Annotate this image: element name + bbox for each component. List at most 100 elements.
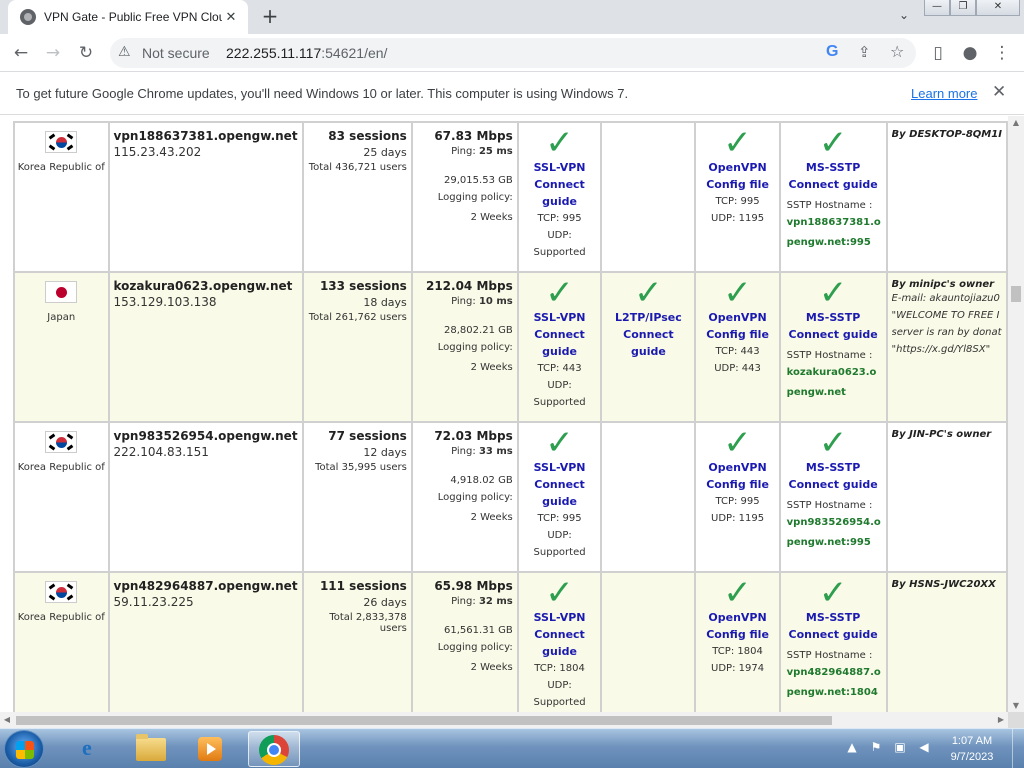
scroll-right-arrow[interactable]: ▶	[994, 712, 1008, 728]
side-panel-icon[interactable]: ▯	[926, 42, 950, 64]
operator-cell: By minipc's owner E-mail: akauntojiazu0 "W…	[885, 271, 1008, 423]
sstp-cell: ✓ MS-SSTP Connect guide SSTP Hostname : vpn1…	[778, 121, 888, 273]
tab-close-icon[interactable]: ✕	[222, 10, 240, 25]
volume-icon[interactable]: ◀	[914, 737, 934, 757]
ssl-tcp-port: TCP: 1804	[534, 663, 585, 674]
vertical-scrollbar[interactable]: ▲ ▼	[1008, 116, 1024, 712]
openvpn-link[interactable]: OpenVPN	[698, 609, 776, 626]
sstp-connect-guide-link[interactable]: Connect guide	[783, 476, 884, 493]
sstp-connect-guide-link[interactable]: Connect guide	[783, 326, 884, 343]
ip-address: 153.129.103.138	[113, 295, 217, 309]
action-center-flag-icon[interactable]: ⚑	[866, 737, 886, 757]
ssl-connect-guide-link[interactable]: Connect guide	[521, 476, 599, 510]
openvpn-config-file-link[interactable]: Config file	[698, 326, 776, 343]
sstp-link[interactable]: MS-SSTP	[783, 309, 884, 326]
menu-icon[interactable]: ⋮	[990, 42, 1014, 64]
check-icon: ✓	[545, 123, 574, 163]
window-close-button[interactable]: ✕	[976, 0, 1020, 16]
check-icon: ✓	[723, 573, 752, 613]
sstp-link[interactable]: MS-SSTP	[783, 609, 884, 626]
sstp-link[interactable]: MS-SSTP	[783, 459, 884, 476]
total-users: Total 2,833,378 users	[329, 612, 407, 634]
sstp-connect-guide-link[interactable]: Connect guide	[783, 176, 884, 193]
check-icon: ✓	[818, 123, 848, 163]
horizontal-scrollbar[interactable]: ◀ ▶	[0, 712, 1008, 728]
openvpn-config-file-link[interactable]: Config file	[698, 176, 776, 193]
ssl-connect-guide-link[interactable]: Connect guide	[521, 326, 599, 360]
taskbar-chrome[interactable]	[248, 731, 300, 767]
l2tp-link[interactable]: L2TP/IPsec	[604, 309, 692, 326]
google-lens-icon[interactable]: G	[826, 43, 838, 61]
url-path: :54621/en/	[321, 45, 388, 61]
sessions-cell: 111 sessions 26 days Total 2,833,378 users	[301, 571, 413, 712]
share-icon[interactable]: ⇪	[858, 43, 871, 61]
host-cell: vpn983526954.opengw.net 222.104.83.151	[107, 421, 304, 573]
openvpn-link[interactable]: OpenVPN	[698, 459, 776, 476]
openvpn-link[interactable]: OpenVPN	[698, 309, 776, 326]
sstp-hostname-label: SSTP Hostname :	[786, 200, 873, 211]
session-count: 77 sessions	[328, 429, 407, 443]
tab-strip: VPN Gate - Public Free VPN Cloud ✕ + ⌄ —…	[0, 0, 1024, 34]
address-bar[interactable]: ⚠ Not secure 222.255.11.117:54621/en/ G …	[110, 38, 916, 68]
ssl-connect-guide-link[interactable]: Connect guide	[521, 626, 599, 660]
infobar-close-icon[interactable]: ✕	[992, 82, 1006, 102]
security-label[interactable]: Not secure	[142, 45, 210, 61]
traffic: 28,802.21 GB	[444, 325, 513, 336]
ip-address: 222.104.83.151	[113, 445, 209, 459]
ssl-vpn-link[interactable]: SSL-VPN	[521, 309, 599, 326]
warning-icon[interactable]: ⚠	[118, 44, 131, 60]
traffic: 61,561.31 GB	[444, 625, 513, 636]
scroll-down-arrow[interactable]: ▼	[1008, 701, 1024, 710]
minimize-button[interactable]: —	[924, 0, 950, 16]
bookmark-star-icon[interactable]: ☆	[890, 42, 904, 61]
vertical-scroll-thumb[interactable]	[1011, 286, 1021, 302]
japan-flag-icon	[45, 281, 78, 303]
ssl-vpn-link[interactable]: SSL-VPN	[521, 459, 599, 476]
check-icon: ✓	[723, 273, 752, 313]
country-name: Japan	[47, 312, 76, 323]
sstp-link[interactable]: MS-SSTP	[783, 159, 884, 176]
back-button[interactable]: ←	[9, 42, 33, 64]
ssl-vpn-link[interactable]: SSL-VPN	[521, 609, 599, 626]
server-row: Korea Republic of vpn983526954.opengw.net…	[13, 421, 1008, 573]
ip-address: 59.11.23.225	[113, 595, 194, 609]
speed-cell: 212.04 Mbps Ping: 10 ms 28,802.21 GB Loggin…	[410, 271, 519, 423]
horizontal-scroll-thumb[interactable]	[16, 716, 832, 725]
url-text[interactable]: 222.255.11.117:54621/en/	[226, 45, 387, 61]
forward-button[interactable]: →	[41, 42, 65, 64]
scroll-up-arrow[interactable]: ▲	[1008, 118, 1024, 127]
taskbar-clock[interactable]: 1:07 AM 9/7/2023	[936, 733, 1008, 765]
l2tp-connect-guide-link[interactable]: Connect guide	[604, 326, 692, 360]
new-tab-button[interactable]: +	[258, 4, 282, 28]
sstp-hostname-label: SSTP Hostname :	[786, 500, 873, 511]
speed-cell: 65.98 Mbps Ping: 32 ms 61,561.31 GB Logging…	[410, 571, 519, 712]
start-button[interactable]	[4, 730, 44, 768]
sstp-connect-guide-link[interactable]: Connect guide	[783, 626, 884, 643]
learn-more-link[interactable]: Learn more	[911, 86, 977, 101]
taskbar-media-player[interactable]	[184, 731, 236, 767]
operator-name: By JIN-PC's owner	[891, 429, 992, 440]
hostname: vpn983526954.opengw.net	[113, 429, 298, 443]
tab-search-button[interactable]: ⌄	[894, 8, 914, 28]
show-hidden-icons-icon[interactable]: ▲	[842, 737, 862, 757]
taskbar-internet-explorer[interactable]: e	[64, 731, 116, 767]
profile-icon[interactable]: ●	[958, 42, 982, 64]
korea-flag-icon	[45, 431, 78, 453]
openvpn-udp-port: UDP: 1195	[711, 513, 765, 524]
openvpn-config-file-link[interactable]: Config file	[698, 626, 776, 643]
logging-value: 2 Weeks	[470, 662, 513, 673]
reload-button[interactable]: ↻	[74, 42, 98, 64]
scroll-left-arrow[interactable]: ◀	[0, 712, 14, 728]
show-desktop-button[interactable]	[1012, 729, 1024, 768]
browser-tab[interactable]: VPN Gate - Public Free VPN Cloud ✕	[8, 0, 248, 34]
openvpn-config-file-link[interactable]: Config file	[698, 476, 776, 493]
ssl-connect-guide-link[interactable]: Connect guide	[521, 176, 599, 210]
network-icon[interactable]: ▣	[890, 737, 910, 757]
maximize-button[interactable]: ❐	[950, 0, 976, 16]
total-users: Total 436,721 users	[308, 162, 407, 173]
taskbar-file-explorer[interactable]	[124, 731, 176, 767]
sstp-hostname: vpn983526954.opengw.net:995	[786, 517, 881, 548]
ssl-vpn-link[interactable]: SSL-VPN	[521, 159, 599, 176]
openvpn-link[interactable]: OpenVPN	[698, 159, 776, 176]
logging-value: 2 Weeks	[470, 512, 513, 523]
